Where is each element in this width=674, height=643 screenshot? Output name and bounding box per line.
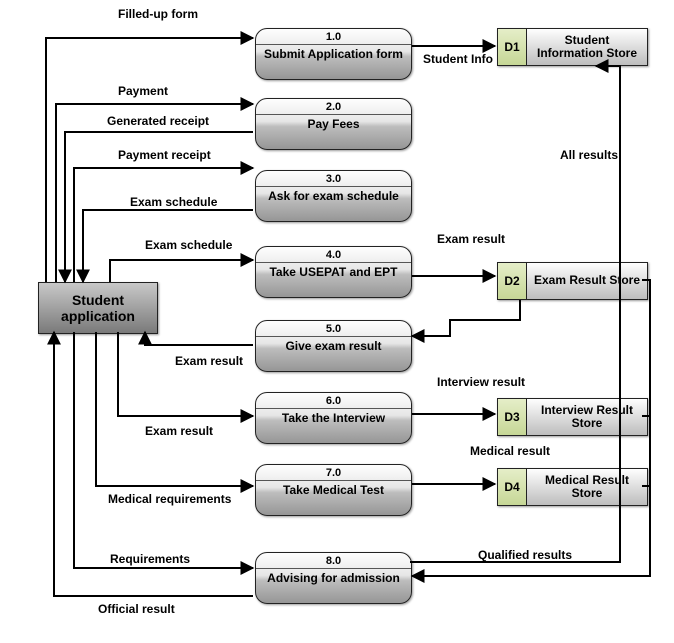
process-6-take-interview: 6.0 Take the Interview — [255, 392, 412, 444]
process-3-ask-exam-schedule: 3.0 Ask for exam schedule — [255, 170, 412, 222]
process-label: Submit Application form — [256, 45, 411, 62]
store-label: Student Information Store — [527, 29, 647, 65]
process-label: Take Medical Test — [256, 481, 411, 498]
label-exam-result-to-store: Exam result — [437, 232, 505, 246]
label-payment: Payment — [118, 84, 168, 98]
store-label: Interview Result Store — [527, 399, 647, 435]
process-label: Give exam result — [256, 337, 411, 354]
dfd-canvas: Student application 1.0 Submit Applicati… — [0, 0, 674, 643]
store-d4-medical-result: D4 Medical Result Store — [497, 468, 648, 506]
process-num: 5.0 — [256, 321, 411, 337]
store-d3-interview-result: D3 Interview Result Store — [497, 398, 648, 436]
label-exam-result-to-interview: Exam result — [145, 424, 213, 438]
label-exam-result-back: Exam result — [175, 354, 243, 368]
label-official-result: Official result — [98, 602, 175, 616]
process-label: Take the Interview — [256, 409, 411, 426]
process-4-take-usepat-ept: 4.0 Take USEPAT and EPT — [255, 246, 412, 298]
process-5-give-exam-result: 5.0 Give exam result — [255, 320, 412, 372]
label-medical-requirements: Medical requirements — [108, 492, 231, 506]
label-all-results: All results — [560, 148, 618, 162]
label-requirements: Requirements — [110, 552, 190, 566]
label-exam-schedule-in: Exam schedule — [145, 238, 232, 252]
entity-student-application: Student application — [38, 282, 158, 334]
store-d1-student-info: D1 Student Information Store — [497, 28, 648, 66]
store-id: D2 — [498, 263, 527, 299]
label-filled-up-form: Filled-up form — [118, 7, 198, 21]
label-interview-result: Interview result — [437, 375, 525, 389]
store-label: Medical Result Store — [527, 469, 647, 505]
label-qualified-results: Qualified results — [478, 548, 572, 562]
label-generated-receipt: Generated receipt — [107, 114, 209, 128]
process-label: Advising for admission — [256, 569, 411, 586]
store-id: D3 — [498, 399, 527, 435]
process-8-advising: 8.0 Advising for admission — [255, 552, 412, 604]
label-student-info: Student Info — [423, 52, 493, 66]
process-label: Take USEPAT and EPT — [256, 263, 411, 280]
label-exam-schedule-out: Exam schedule — [130, 195, 217, 209]
process-num: 6.0 — [256, 393, 411, 409]
process-num: 3.0 — [256, 171, 411, 187]
process-num: 7.0 — [256, 465, 411, 481]
process-1-submit-application: 1.0 Submit Application form — [255, 28, 412, 80]
store-id: D4 — [498, 469, 527, 505]
process-num: 2.0 — [256, 99, 411, 115]
process-7-take-medical: 7.0 Take Medical Test — [255, 464, 412, 516]
process-label: Ask for exam schedule — [256, 187, 411, 204]
process-num: 8.0 — [256, 553, 411, 569]
process-num: 1.0 — [256, 29, 411, 45]
label-medical-result: Medical result — [470, 444, 550, 458]
store-id: D1 — [498, 29, 527, 65]
label-payment-receipt: Payment receipt — [118, 148, 211, 162]
process-2-pay-fees: 2.0 Pay Fees — [255, 98, 412, 150]
process-label: Pay Fees — [256, 115, 411, 132]
store-d2-exam-result: D2 Exam Result Store — [497, 262, 648, 300]
store-label: Exam Result Store — [527, 263, 647, 299]
process-num: 4.0 — [256, 247, 411, 263]
